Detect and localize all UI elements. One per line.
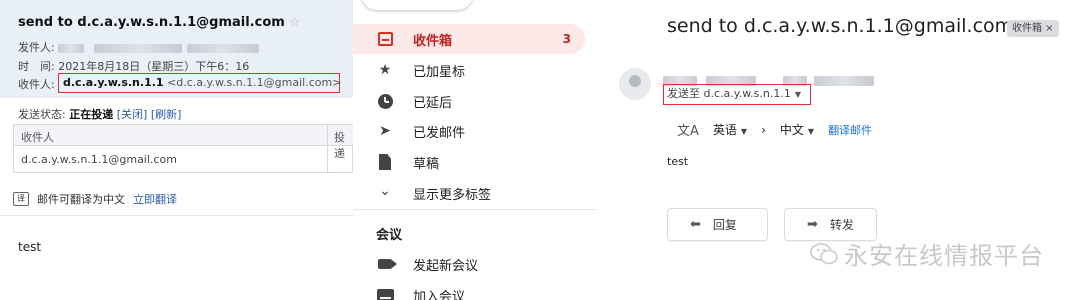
sidebar-item-inbox[interactable]: 收件箱 3: [353, 24, 585, 54]
send-to-text: 发送至 d.c.a.y.w.s.n.1.1: [667, 87, 791, 100]
sidebar-item-drafts[interactable]: 草稿: [353, 147, 585, 177]
star-icon[interactable]: ☆: [289, 15, 301, 30]
translate-bar: 译 邮件可翻译为中文 立即翻译: [13, 191, 177, 207]
reply-label: 回复: [712, 218, 737, 232]
sidebar-item-sent[interactable]: ➤ 已发邮件: [353, 116, 585, 146]
clock-icon: [376, 92, 394, 110]
status-label: 发送状态:: [18, 108, 66, 121]
table-cell-recipient: d.c.a.y.w.s.n.1.1@gmail.com: [21, 153, 177, 166]
person-icon: [629, 75, 641, 87]
table-header: 收件人 投递: [14, 125, 354, 160]
status-refresh-link[interactable]: [刷新]: [151, 108, 182, 121]
table-column-divider: [327, 125, 328, 173]
unread-count: 3: [562, 32, 571, 46]
sidebar-item-label: 已加星标: [413, 64, 466, 80]
table-header-recipient: 收件人: [21, 131, 54, 144]
video-camera-icon: [376, 255, 397, 273]
meet-section-title: 会议: [376, 228, 403, 243]
recipient-label: 收件人:: [18, 78, 55, 91]
translate-now-link[interactable]: 立即翻译: [133, 191, 177, 207]
from-label: 发件人:: [18, 41, 55, 54]
forward-icon: ➡: [807, 217, 818, 232]
caret-down-icon: ▼: [794, 90, 802, 99]
forward-label: 转发: [829, 218, 854, 232]
source-language-select[interactable]: 英语 ▼: [713, 121, 747, 138]
chevron-down-icon: ⌄: [379, 183, 391, 199]
inbox-label-chip[interactable]: 收件箱 ×: [1007, 20, 1059, 37]
watermark-text: 永安在线情报平台: [844, 242, 1044, 270]
sidebar-item-new-meeting[interactable]: 发起新会议: [353, 249, 585, 279]
sidebar-item-label: 收件箱: [413, 33, 453, 49]
sidebar-item-label: 显示更多标签: [413, 187, 492, 203]
sidebar-item-starred[interactable]: ★ 已加星标: [353, 55, 585, 85]
translate-text: 邮件可翻译为中文: [37, 193, 125, 206]
time-row: 时 间: 2021年8月18日（星期三）下午6：16: [18, 58, 249, 74]
from-row: 发件人:: [18, 39, 260, 55]
arrow-right-icon: ›: [761, 122, 766, 137]
keyboard-icon: [376, 286, 394, 300]
redacted-sender-address: [93, 43, 182, 53]
sidebar-item-join-meeting[interactable]: 加入会议: [353, 280, 585, 300]
divider: [353, 209, 597, 210]
delivery-status: 发送状态: 正在投递 [关闭] [刷新]: [18, 106, 181, 122]
mail-header: send to d.c.a.y.w.s.n.1.1@gmail.com ☆ 发件人…: [0, 0, 353, 98]
avatar: [619, 68, 651, 100]
send-to-highlight-box[interactable]: 发送至 d.c.a.y.w.s.n.1.1 ▼: [663, 84, 811, 105]
status-close-link[interactable]: [关闭]: [117, 108, 148, 121]
recipient-address: <d.c.a.y.w.s.n.1.1@gmail.com>: [167, 76, 342, 89]
time-value: 2021年8月18日（星期三）下午6：16: [58, 60, 250, 73]
recipient-name[interactable]: d.c.a.y.w.s.n.1.1: [63, 76, 164, 89]
recipient-highlight-box: d.c.a.y.w.s.n.1.1 <d.c.a.y.w.s.n.1.1@gma…: [58, 73, 341, 93]
translate-icon: 译: [13, 192, 29, 206]
message-body: test: [667, 155, 689, 168]
inbox-icon: [376, 30, 394, 48]
time-label: 时 间:: [18, 60, 55, 73]
left-mail-panel: send to d.c.a.y.w.s.n.1.1@gmail.com ☆ 发件人…: [0, 0, 354, 300]
wechat-icon: [810, 242, 838, 264]
compose-button[interactable]: [361, 0, 473, 10]
send-icon: ➤: [379, 123, 391, 139]
recipient-row: 收件人:: [18, 76, 55, 92]
recipient-value: d.c.a.y.w.s.n.1.1 <d.c.a.y.w.s.n.1.1@gma…: [63, 76, 341, 89]
sidebar-item-label: 已发邮件: [413, 125, 466, 141]
watermark: 永安在线情报平台: [810, 236, 1044, 271]
sidebar-item-snoozed[interactable]: 已延后: [353, 86, 585, 116]
gmail-sidebar: 收件箱 3 ★ 已加星标 已延后 ➤ 已发邮件 草稿 ⌄ 显示更多标签 会议 发…: [353, 0, 597, 300]
gmail-message-view: send to d.c.a.y.w.s.n.1.1@gmail.com 收件箱 …: [597, 0, 1080, 300]
mail-body: test: [18, 240, 42, 254]
redacted-sender: [58, 43, 85, 53]
sidebar-item-more[interactable]: ⌄ 显示更多标签: [353, 178, 585, 208]
translate-bar: 文A 英语 ▼ › 中文 ▼ 翻译邮件: [677, 120, 872, 140]
reply-icon: ⬅: [690, 217, 701, 232]
translate-icon: 文A: [677, 124, 699, 139]
mail-subject: send to d.c.a.y.w.s.n.1.1@gmail.com ☆: [18, 15, 300, 30]
divider: [0, 215, 353, 216]
subject-text: send to d.c.a.y.w.s.n.1.1@gmail.com: [18, 15, 285, 30]
sidebar-item-label: 草稿: [413, 156, 440, 172]
message-subject: send to d.c.a.y.w.s.n.1.1@gmail.com: [667, 15, 1014, 37]
sidebar-item-label: 发起新会议: [413, 258, 479, 274]
target-language-select[interactable]: 中文 ▼: [780, 121, 814, 138]
translate-message-link[interactable]: 翻译邮件: [828, 122, 872, 138]
redacted-sender-domain: [187, 43, 260, 53]
sidebar-item-label: 已延后: [413, 95, 453, 111]
table-header-delivery: 投递: [334, 131, 345, 160]
reply-button[interactable]: ⬅ 回复: [667, 208, 768, 241]
sidebar-item-label: 加入会议: [413, 289, 466, 300]
star-icon: ★: [378, 62, 392, 78]
status-value: 正在投递: [69, 108, 114, 121]
delivery-table: 收件人 投递 d.c.a.y.w.s.n.1.1@gmail.com: [13, 124, 354, 173]
draft-icon: [376, 153, 394, 171]
